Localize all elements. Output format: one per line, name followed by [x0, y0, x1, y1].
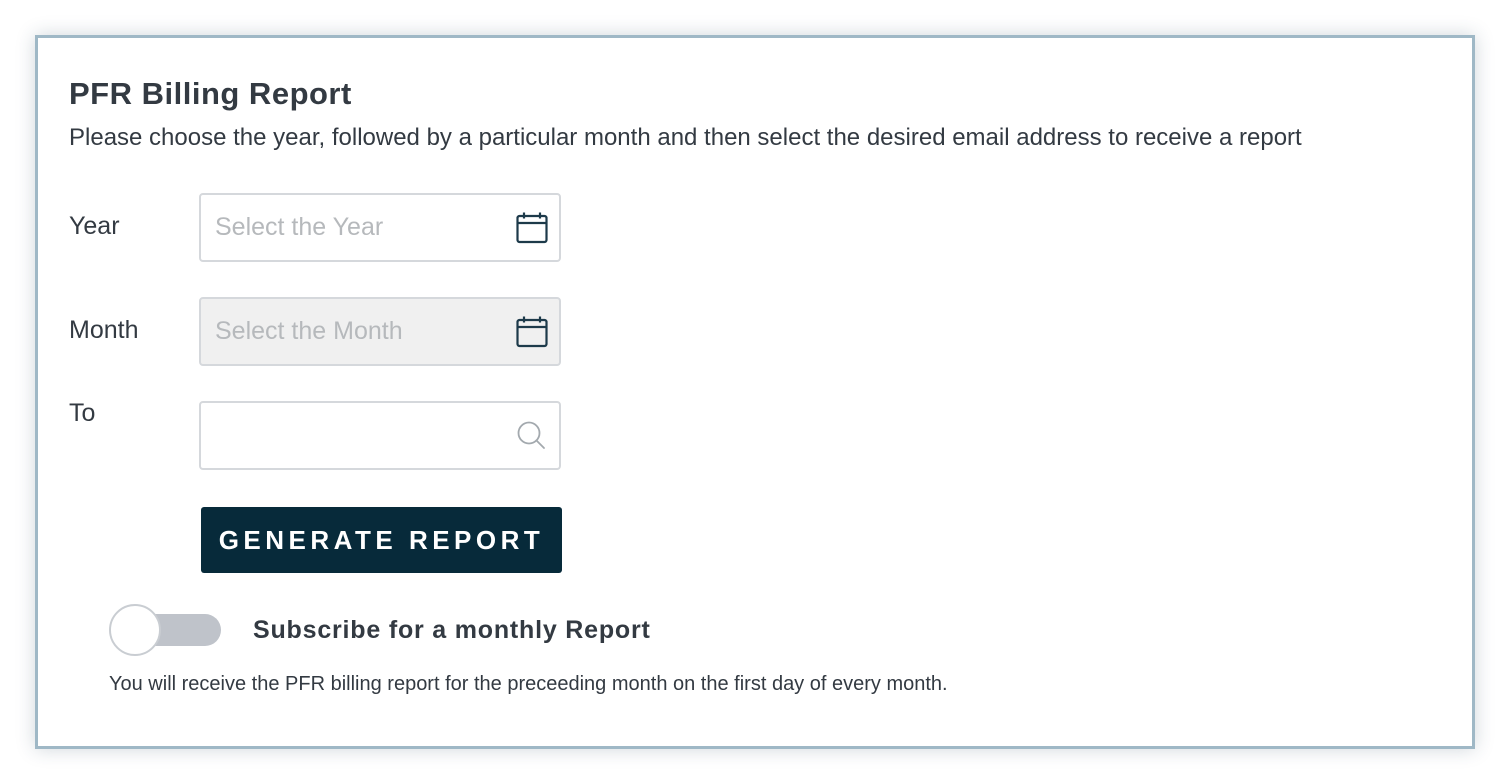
page-description: Please choose the year, followed by a pa…: [69, 124, 1302, 151]
month-input[interactable]: [215, 299, 505, 364]
search-icon[interactable]: [515, 419, 549, 453]
year-label: Year: [69, 212, 120, 240]
subscribe-label: Subscribe for a monthly Report: [253, 616, 651, 644]
to-field[interactable]: [199, 401, 561, 470]
toggle-knob[interactable]: [109, 604, 161, 656]
billing-report-card: PFR Billing Report Please choose the yea…: [35, 35, 1475, 749]
year-field[interactable]: [199, 193, 561, 262]
month-field[interactable]: [199, 297, 561, 366]
generate-report-button[interactable]: GENERATE REPORT: [201, 507, 562, 573]
to-label: To: [69, 399, 96, 427]
subscribe-toggle[interactable]: [109, 604, 223, 656]
subscribe-note: You will receive the PFR billing report …: [109, 673, 948, 695]
month-label: Month: [69, 316, 139, 344]
calendar-icon[interactable]: [515, 315, 549, 349]
year-input[interactable]: [215, 195, 505, 260]
to-input[interactable]: [215, 403, 505, 468]
page-title: PFR Billing Report: [69, 76, 352, 111]
calendar-icon[interactable]: [515, 211, 549, 245]
